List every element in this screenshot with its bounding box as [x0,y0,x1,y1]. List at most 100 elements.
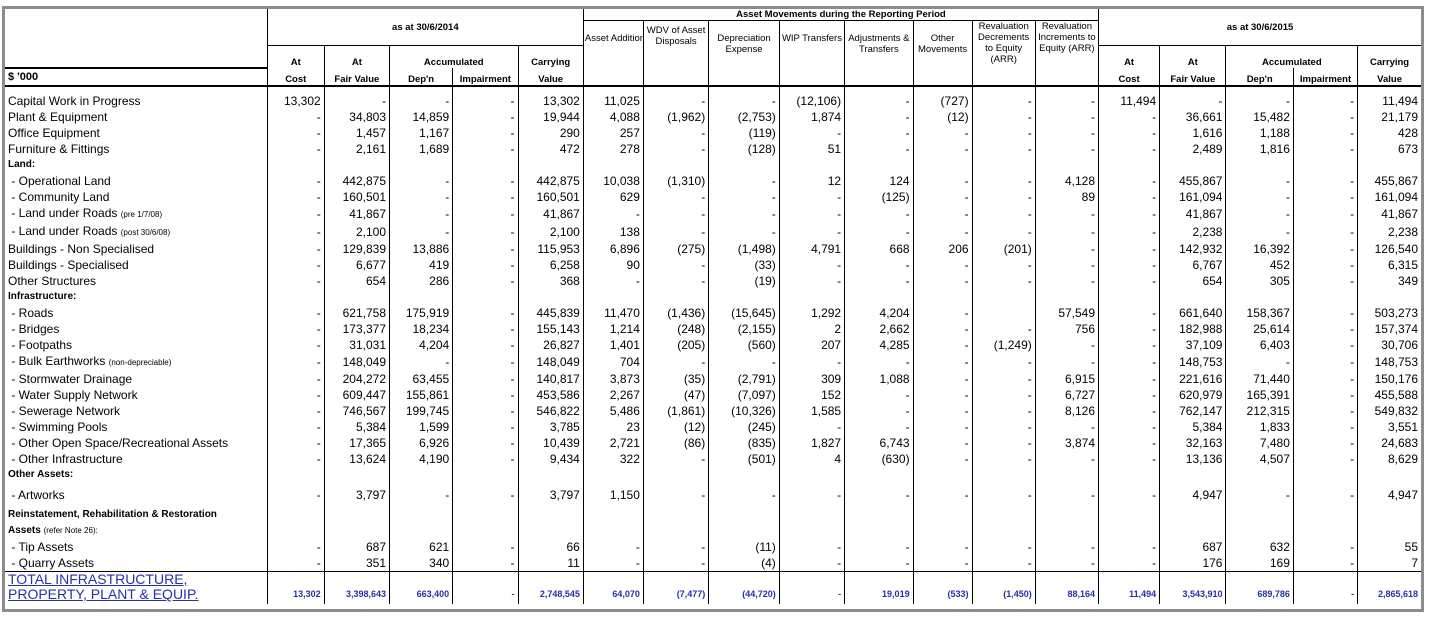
value-cell [1034,523,1099,539]
value-cell: - [844,125,914,141]
value-cell: - [266,205,325,223]
spacer-cell [1292,86,1358,93]
value-cell: - [1098,353,1160,371]
value-cell: (1,310) [642,173,709,189]
col-2014-fair-value: Fair Value [323,68,390,87]
value-cell [1225,289,1294,305]
value-cell: 129,839 [323,241,390,257]
row-label-note: (non-depreciable) [108,358,172,367]
value-cell: 419 [388,257,453,273]
value-cell: - [266,141,325,157]
value-cell: (11) [708,539,780,555]
value-cell [452,289,519,305]
row-label-text: - Water Supply Network [8,388,138,402]
value-cell [1357,157,1421,173]
value-cell: - [1034,555,1099,572]
value-cell [388,157,453,173]
value-cell [912,289,973,305]
total-value-cell: (7,477) [642,571,709,604]
value-cell: 161,094 [1159,189,1226,205]
value-cell: - [1034,125,1099,141]
value-cell: 8,126 [1034,403,1099,419]
value-cell: - [708,205,780,223]
value-cell [452,507,519,523]
value-cell: - [388,205,453,223]
value-cell: 257 [582,125,644,141]
row-label-text: - Footpaths [8,338,73,352]
value-cell: 2,489 [1159,141,1226,157]
value-cell: - [1292,555,1358,572]
value-cell: - [1098,205,1160,223]
value-cell [708,523,780,539]
value-cell: 349 [1357,273,1421,289]
value-cell [912,467,973,483]
row-label-text: - Other Infrastructure [8,452,123,466]
table-row: - Operational Land -442,875- -442,875 10,03… [5,173,1421,189]
col-asset-additions: Asset Additions [582,20,644,87]
value-cell: - [912,435,973,451]
value-cell [1098,157,1160,173]
value-cell: - [912,141,973,157]
value-cell: - [266,189,325,205]
value-cell: 546,822 [517,403,584,419]
value-cell [1357,289,1421,305]
value-cell: 668 [844,241,914,257]
value-cell: (1,249) [971,337,1036,353]
value-cell: - [1292,387,1358,403]
value-cell: (86) [642,435,709,451]
value-cell: 3,797 [517,483,584,507]
col-2014-depn: Dep'n [388,68,453,87]
value-cell: 13,886 [388,241,453,257]
value-cell: - [642,189,709,205]
value-cell: 286 [388,273,453,289]
table-row: - Bridges -173,377 18,234-155,143 1,214 (248… [5,321,1421,337]
row-label: - Sewerage Network [5,403,267,419]
value-cell: 37,109 [1159,337,1226,353]
total-link[interactable]: TOTAL INFRASTRUCTURE, PROPERTY, PLANT & E… [8,572,198,602]
value-cell: 66 [517,539,584,555]
value-cell: - [1292,141,1358,157]
col-2014-at-cost-top: At [266,45,325,68]
value-cell [708,289,780,305]
section-heading: Other Assets: [5,467,267,483]
row-label: Furniture & Fittings [5,141,267,157]
value-cell [1292,289,1358,305]
value-cell: (248) [642,321,709,337]
total-value-cell: 64,070 [582,571,644,604]
value-cell: - [452,141,519,157]
value-cell: - [844,555,914,572]
value-cell [778,157,845,173]
col-2015-accumulated: Accumulated [1225,45,1358,68]
value-cell [517,289,584,305]
total-value-cell: 11,494 [1098,571,1160,604]
total-value-cell: - [452,571,519,604]
value-cell: 1,150 [582,483,644,507]
value-cell: 6,915 [1034,371,1099,387]
spacer-cell [778,86,845,93]
value-cell: 368 [517,273,584,289]
value-cell: 4,204 [844,305,914,321]
value-cell: - [1292,125,1358,141]
value-cell: - [778,555,845,572]
value-cell: (501) [708,451,780,467]
value-cell: - [971,223,1036,241]
value-cell [642,523,709,539]
value-cell: - [1098,173,1160,189]
value-cell [266,507,325,523]
value-cell: - [912,539,973,555]
value-cell: - [778,189,845,205]
value-cell [971,157,1036,173]
value-cell: 5,486 [582,403,644,419]
value-cell: 2,721 [582,435,644,451]
col-2015-impairment: Impairment [1292,68,1358,87]
table-row: - Other Infrastructure -13,624 4,190-9,434… [5,451,1421,467]
value-cell: 173,377 [323,321,390,337]
row-label: - Bridges [5,321,267,337]
value-cell: - [1292,435,1358,451]
value-cell: - [971,539,1036,555]
table-row: - Roads -621,758 175,919-445,839 11,470 (1,4… [5,305,1421,321]
value-cell [1292,507,1358,523]
table-row: - Land under Roads (pre 1/7/08) -41,867- -… [5,205,1421,223]
row-label: - Land under Roads (pre 1/7/08) [5,205,267,223]
total-value-cell: (44,720) [708,571,780,604]
